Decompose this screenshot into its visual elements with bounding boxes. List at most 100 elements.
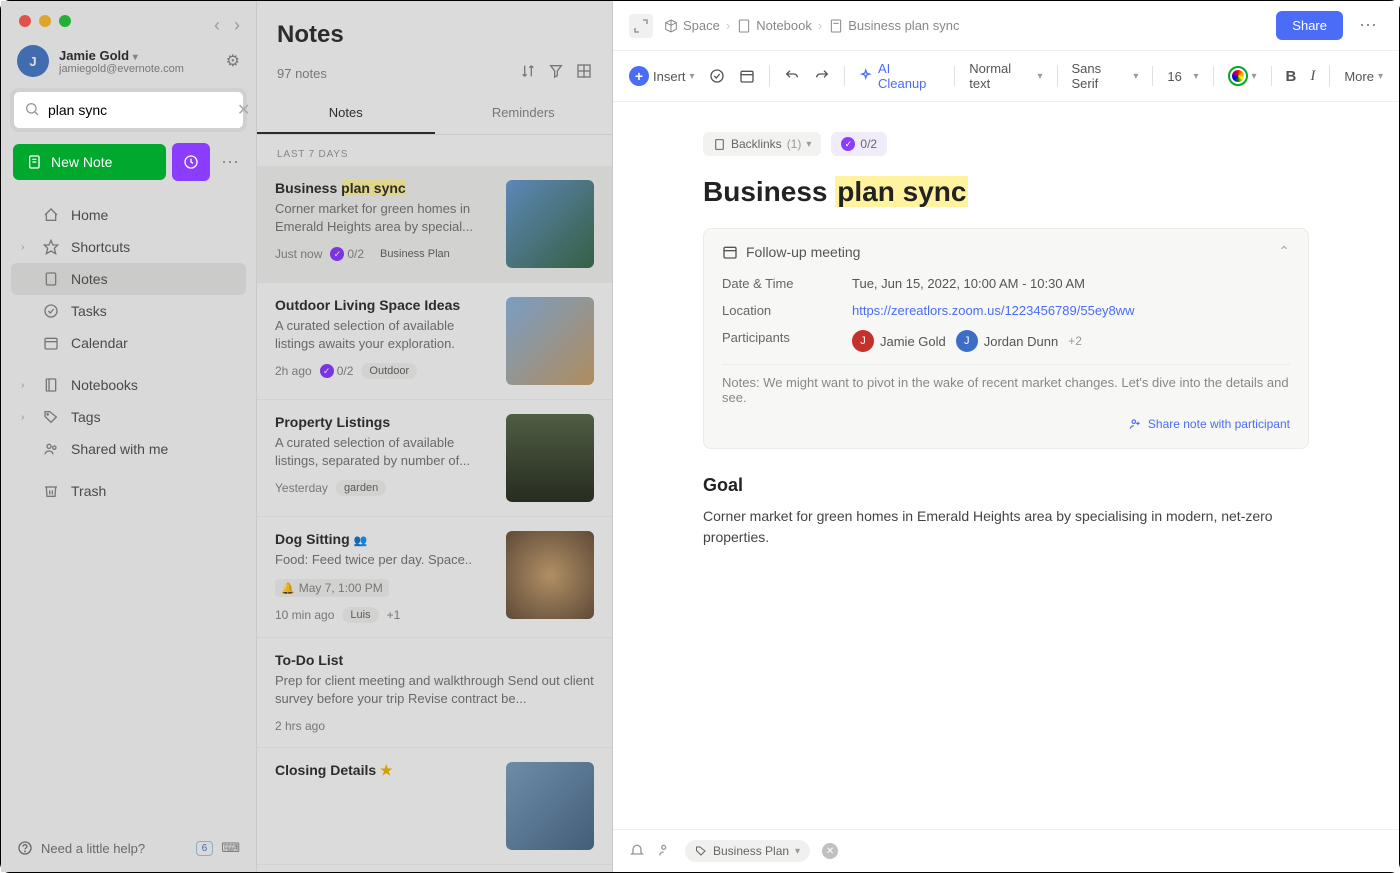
nav-forward[interactable]: › [234, 15, 240, 36]
undo-button[interactable] [784, 68, 800, 84]
more-format-menu[interactable]: More ▾ [1344, 69, 1383, 84]
breadcrumb-note[interactable]: Business plan sync [828, 18, 959, 34]
note-card[interactable]: To-Do List Prep for client meeting and w… [257, 638, 612, 747]
new-note-more[interactable]: ⋯ [216, 152, 244, 173]
account-menu[interactable]: J Jamie Gold ▾ jamiegold@evernote.com ⚙ [11, 33, 246, 85]
participant-chip[interactable]: JJordan Dunn [956, 330, 1058, 352]
section-header: LAST 7 DAYS [257, 135, 612, 166]
redo-button[interactable] [814, 68, 830, 84]
plus-icon: + [629, 66, 649, 86]
star-icon [43, 239, 61, 255]
note-icon [43, 271, 61, 287]
italic-button[interactable]: I [1310, 68, 1315, 85]
bold-button[interactable]: B [1286, 68, 1297, 85]
font-select[interactable]: Sans Serif ▾ [1071, 61, 1138, 91]
avatar: J [852, 330, 874, 352]
share-button[interactable]: Share [1276, 11, 1343, 40]
search-input[interactable] [48, 102, 229, 118]
help-icon [17, 840, 33, 856]
maximize-window[interactable] [59, 15, 71, 27]
tasks-pill[interactable]: ✓0/2 [831, 132, 887, 156]
note-card[interactable]: Dog Sitting 👥 Food: Feed twice per day. … [257, 517, 612, 638]
breadcrumb-notebook[interactable]: Notebook [736, 18, 812, 34]
text-style-select[interactable]: Normal text ▾ [969, 61, 1042, 91]
tab-notes[interactable]: Notes [257, 93, 435, 134]
notebook-icon [43, 377, 61, 393]
view-icon[interactable] [576, 63, 592, 83]
color-wheel-icon [1228, 66, 1248, 86]
search-icon [24, 101, 40, 120]
note-card[interactable]: Property Listings A curated selection of… [257, 400, 612, 517]
task-dot-icon: ✓ [320, 364, 334, 378]
nav-tags[interactable]: ›Tags [11, 401, 246, 433]
footer-tag-chip[interactable]: Business Plan ▾ [685, 840, 810, 862]
participants-more[interactable]: +2 [1068, 334, 1082, 348]
help-count-badge: 6 [196, 841, 214, 856]
meeting-notes: Notes: We might want to pivot in the wak… [722, 364, 1290, 405]
reminder-footer-icon[interactable] [629, 842, 645, 861]
calendar-icon [43, 335, 61, 351]
tag-chip[interactable]: garden [336, 480, 386, 496]
close-window[interactable] [19, 15, 31, 27]
ai-note-button[interactable] [172, 143, 210, 181]
share-with-participants-link[interactable]: Share note with participant [1128, 417, 1290, 431]
section-heading[interactable]: Goal [703, 475, 1309, 496]
search-box[interactable]: ✕ [13, 91, 244, 129]
nav-calendar[interactable]: Calendar [11, 327, 246, 359]
breadcrumb-space[interactable]: Space [663, 18, 720, 34]
cube-icon [663, 18, 679, 34]
nav-back[interactable]: ‹ [214, 15, 220, 36]
notes-count: 97 notes [277, 66, 327, 81]
remove-tag-button[interactable]: ✕ [822, 843, 838, 859]
breadcrumb: Space › Notebook › Business plan sync [663, 18, 960, 34]
expand-icon[interactable] [629, 14, 653, 38]
filter-icon[interactable] [548, 63, 564, 83]
task-dot-icon: ✓ [841, 137, 855, 151]
insert-menu[interactable]: +Insert ▾ [629, 66, 695, 86]
nav-notes[interactable]: Notes [11, 263, 246, 295]
help-link[interactable]: Need a little help? 6 ⌨ [11, 832, 246, 864]
tag-icon [695, 845, 707, 857]
collapse-icon[interactable]: ⌃ [1278, 243, 1290, 260]
notes-list-title: Notes [277, 21, 592, 49]
task-dot-icon: ✓ [330, 247, 344, 261]
task-toggle[interactable] [709, 68, 725, 84]
home-icon [43, 207, 61, 223]
nav-notebooks[interactable]: ›Notebooks [11, 369, 246, 401]
backlinks-pill[interactable]: Backlinks (1) ▾ [703, 132, 821, 156]
sort-icon[interactable] [520, 63, 536, 83]
note-card[interactable]: Closing Details ★ [257, 748, 612, 865]
meeting-location-link[interactable]: https://zereatlors.zoom.us/1223456789/55… [852, 303, 1135, 318]
settings-icon[interactable]: ⚙ [226, 51, 240, 71]
bell-icon: 🔔 [281, 582, 295, 595]
color-picker[interactable]: ▾ [1228, 66, 1257, 86]
nav-tasks[interactable]: Tasks [11, 295, 246, 327]
window-controls [11, 9, 246, 33]
participant-chip[interactable]: JJamie Gold [852, 330, 946, 352]
tab-reminders[interactable]: Reminders [435, 93, 613, 134]
minimize-window[interactable] [39, 15, 51, 27]
calendar-insert[interactable] [739, 68, 755, 84]
note-card[interactable]: Outdoor Living Space Ideas A curated sel… [257, 283, 612, 400]
note-more-menu[interactable]: ⋯ [1353, 15, 1383, 36]
check-icon [43, 303, 61, 319]
tag-chip[interactable]: Outdoor [361, 363, 417, 379]
note-card[interactable]: Business plan sync Corner market for gre… [257, 166, 612, 283]
keyboard-icon[interactable]: ⌨ [221, 840, 240, 856]
body-text[interactable]: Corner market for green homes in Emerald… [703, 506, 1309, 548]
font-size-select[interactable]: 16 ▾ [1167, 69, 1198, 84]
avatar: J [956, 330, 978, 352]
nav-trash[interactable]: Trash [11, 475, 246, 507]
clear-search[interactable]: ✕ [237, 100, 250, 120]
note-thumbnail [506, 180, 594, 268]
tag-chip[interactable]: Business Plan [372, 246, 458, 262]
nav-shortcuts[interactable]: ›Shortcuts [11, 231, 246, 263]
user-name: Jamie Gold [59, 48, 129, 63]
note-title[interactable]: Business plan sync [703, 176, 1309, 208]
add-person-footer-icon[interactable] [657, 842, 673, 861]
new-note-button[interactable]: New Note [13, 144, 166, 180]
nav-shared[interactable]: Shared with me [11, 433, 246, 465]
nav-home[interactable]: Home [11, 199, 246, 231]
meeting-card: Follow-up meeting ⌃ Date & TimeTue, Jun … [703, 228, 1309, 449]
ai-cleanup-button[interactable]: AI Cleanup [858, 61, 940, 91]
